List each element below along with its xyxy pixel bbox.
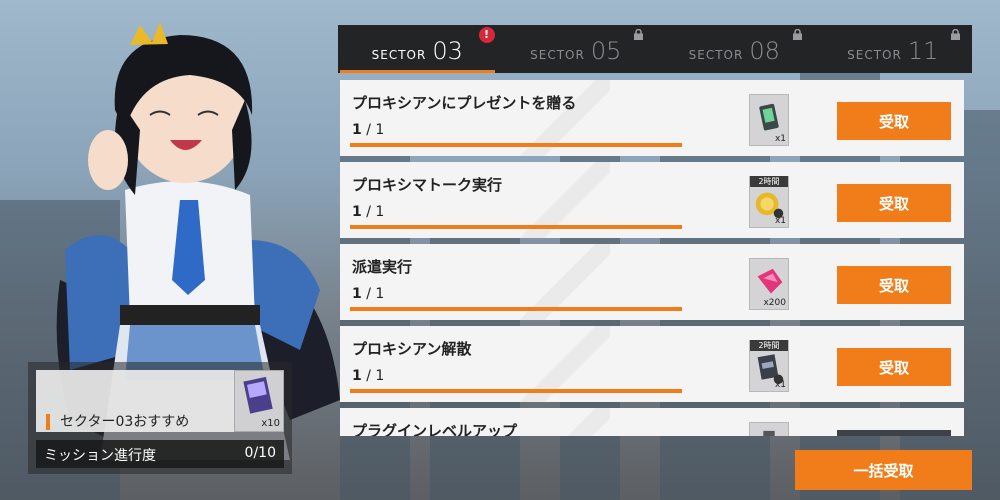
progress-fill [350, 307, 682, 311]
tab-sector-03[interactable]: SECTOR 03 ! [338, 25, 497, 73]
tab-label: SECTOR [371, 47, 427, 63]
reward-time-tag: 2時間 [750, 340, 788, 351]
progress-total: 1 [375, 204, 385, 220]
mission-row: プロキシマトーク実行 1 / 1 2時間 x1 受取 [340, 162, 964, 238]
reward-item[interactable]: 2時間 x1 [749, 176, 789, 228]
progress-fill [350, 225, 682, 229]
reward-quantity: x200 [763, 298, 786, 308]
tab-number: 03 [432, 37, 463, 65]
reward-quantity: x10 [261, 418, 280, 429]
mission-progress-text: 1 / 1 [352, 204, 385, 220]
mission-row: プロキシアンにプレゼントを贈る 1 / 1 x1 受取 [340, 80, 964, 156]
recommend-title: セクター03おすすめ [46, 414, 189, 430]
progress-fill [350, 143, 682, 147]
recommend-reward-item[interactable]: x10 [234, 370, 284, 432]
progress-total: 1 [375, 122, 385, 138]
tab-label: SECTOR [847, 47, 902, 63]
sector-recommend-panel: セクター03おすすめ x10 ミッション進行度 0/10 [28, 362, 292, 474]
mission-title: プラグインレベルアップ [352, 422, 518, 436]
sector-tab-bar: SECTOR 03 ! SECTOR 05 SECTOR 08 SECTOR 1… [338, 25, 972, 73]
tab-label: SECTOR [530, 47, 585, 63]
mission-progress-bar: ミッション進行度 0/10 [36, 440, 284, 468]
mission-progress-text: 1 / 1 [352, 368, 385, 384]
alert-icon: ! [478, 27, 495, 43]
reward-item[interactable]: x1 [749, 94, 789, 146]
tab-sector-11[interactable]: SECTOR 11 [814, 25, 973, 73]
mission-row: プロキシアン解散 1 / 1 2時間 x1 受取 [340, 326, 964, 402]
progress-label: ミッション進行度 [44, 448, 156, 464]
mission-title: プロキシアン解散 [352, 340, 472, 358]
progress-fill [350, 389, 682, 393]
tab-label: SECTOR [688, 47, 744, 63]
mission-progress-bar [350, 143, 682, 147]
mission-list[interactable]: プロキシアンにプレゼントを贈る 1 / 1 x1 受取 プロキシマトーク実行 1… [338, 78, 966, 436]
reward-time-tag: 2時間 [750, 176, 788, 187]
reward-quantity: x1 [774, 134, 786, 144]
progress-current: 1 [352, 286, 362, 302]
reward-item[interactable]: 2時間 x1 [749, 340, 789, 392]
tab-sector-08[interactable]: SECTOR 08 [655, 25, 814, 73]
tab-number: 11 [907, 37, 939, 65]
claim-button-disabled [837, 430, 951, 436]
mission-title: 派遣実行 [352, 258, 413, 276]
lock-icon [792, 29, 802, 40]
recommend-card: セクター03おすすめ x10 [36, 370, 284, 432]
progress-total: 1 [375, 286, 385, 302]
mission-progress-text: 1 / 1 [352, 122, 385, 138]
mission-progress-bar [350, 225, 682, 229]
claim-button[interactable]: 受取 [837, 348, 951, 386]
claim-button[interactable]: 受取 [837, 266, 951, 304]
mission-progress-text: 1 / 1 [352, 286, 385, 302]
claim-button[interactable]: 受取 [837, 102, 951, 140]
row-decoration [520, 408, 610, 436]
tab-number: 05 [590, 37, 622, 65]
mission-row: プラグインレベルアップ [340, 408, 964, 436]
mission-title: プロキシマトーク実行 [352, 176, 503, 194]
reward-quantity: x1 [774, 216, 786, 226]
progress-current: 1 [352, 368, 362, 384]
plugin-icon [763, 430, 775, 436]
mission-progress-bar [350, 389, 682, 393]
tab-sector-05[interactable]: SECTOR 05 [497, 25, 656, 73]
reward-item[interactable]: x200 [749, 258, 789, 310]
claim-button[interactable]: 受取 [837, 184, 951, 222]
progress-value: 0/10 [244, 445, 276, 461]
reward-quantity: x1 [774, 380, 786, 390]
progress-current: 1 [352, 204, 362, 220]
mission-progress-bar [350, 307, 682, 311]
mission-title: プロキシアンにプレゼントを贈る [352, 94, 577, 112]
lock-icon [951, 29, 960, 40]
mission-row: 派遣実行 1 / 1 x200 受取 [340, 244, 964, 320]
progress-total: 1 [375, 368, 385, 384]
reward-item[interactable] [749, 422, 789, 436]
lock-icon [634, 29, 643, 40]
claim-all-button[interactable]: 一括受取 [795, 450, 972, 490]
tab-number: 08 [749, 37, 780, 65]
progress-current: 1 [352, 122, 362, 138]
